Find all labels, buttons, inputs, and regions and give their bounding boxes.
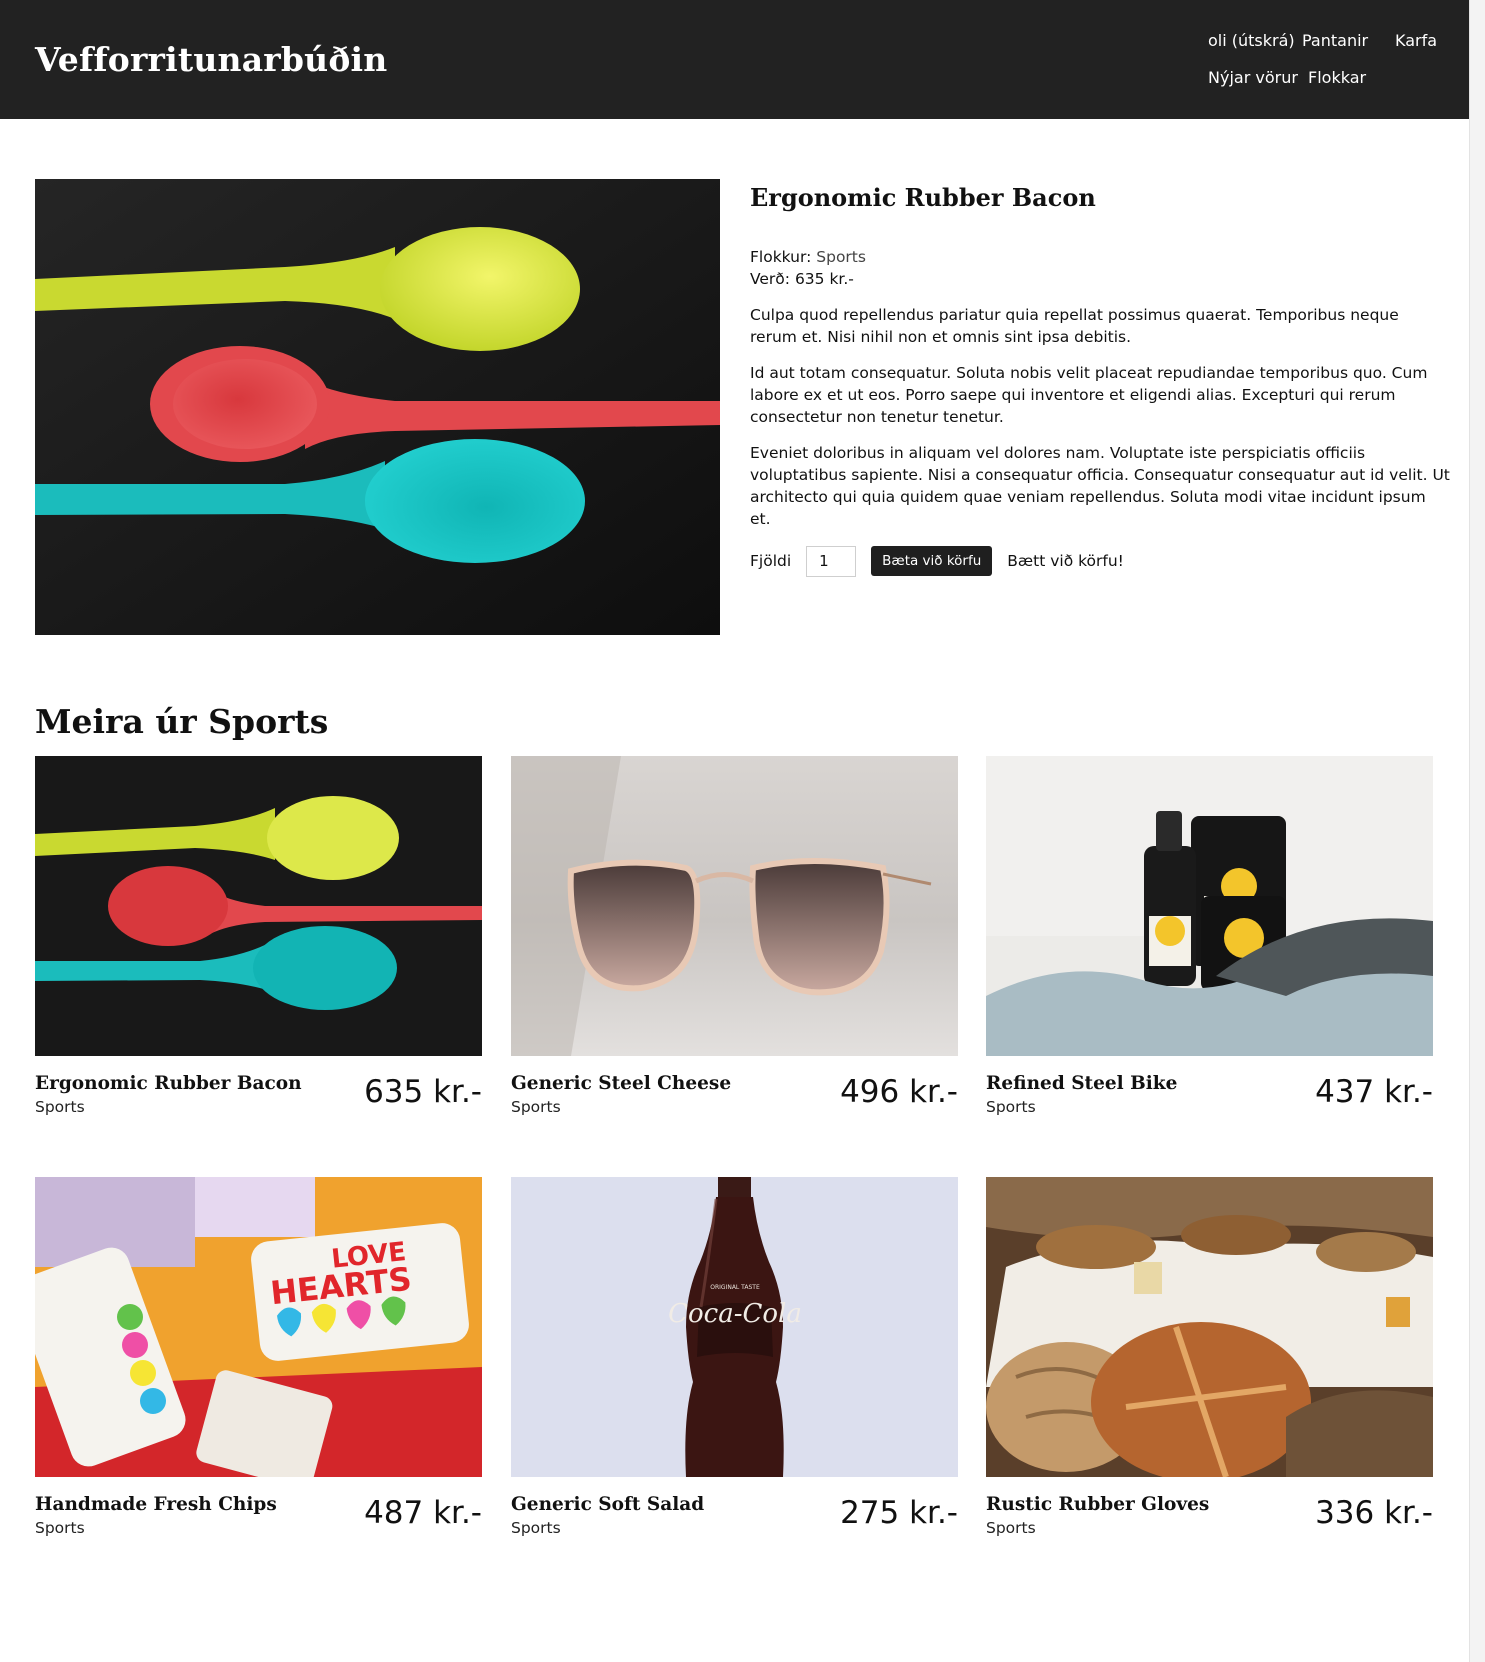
product-card-price: 496 kr.- <box>840 1074 958 1110</box>
product-card-price: 275 kr.- <box>840 1495 958 1531</box>
category-label: Flokkur: <box>750 248 812 266</box>
product-card-info: Generic Steel Cheese Sports 496 kr.- <box>511 1056 958 1126</box>
product-card-name[interactable]: Generic Soft Salad <box>511 1494 704 1515</box>
product-details: Ergonomic Rubber Bacon Flokkur: Sports V… <box>750 179 1450 577</box>
site-brand-link[interactable]: Vefforritunarbúðin <box>35 40 388 79</box>
product-card-name[interactable]: Handmade Fresh Chips <box>35 1494 277 1515</box>
nav-cart[interactable]: Karfa <box>1395 31 1437 50</box>
nav-orders[interactable]: Pantanir <box>1302 31 1368 50</box>
product-card-image-sunglasses[interactable] <box>511 756 958 1056</box>
product-card-name[interactable]: Generic Steel Cheese <box>511 1073 731 1094</box>
product-title: Ergonomic Rubber Bacon <box>750 183 1096 212</box>
product-card-price: 487 kr.- <box>364 1495 482 1531</box>
nav-categories[interactable]: Flokkar <box>1308 68 1366 87</box>
product-card-info: Rustic Rubber Gloves Sports 336 kr.- <box>986 1477 1433 1547</box>
site-header: Vefforritunarbúðin oli (útskrá) Pantanir… <box>0 0 1469 119</box>
product-card[interactable]: ORIGINAL TASTE Coca-Cola Generic Soft Sa… <box>511 1177 958 1547</box>
product-card-name[interactable]: Rustic Rubber Gloves <box>986 1494 1209 1515</box>
product-card[interactable]: Generic Steel Cheese Sports 496 kr.- <box>511 756 958 1126</box>
product-category-link[interactable]: Sports <box>816 248 866 266</box>
product-image-spoons <box>35 179 720 635</box>
product-card-info: Refined Steel Bike Sports 437 kr.- <box>986 1056 1433 1126</box>
product-card-category[interactable]: Sports <box>986 1519 1036 1537</box>
product-card[interactable]: LOVE HEARTS Handmade Fresh Chips Sports … <box>35 1177 482 1547</box>
product-card[interactable]: Refined Steel Bike Sports 437 kr.- <box>986 756 1433 1126</box>
product-card-category[interactable]: Sports <box>986 1098 1036 1116</box>
product-card-info: Generic Soft Salad Sports 275 kr.- <box>511 1477 958 1547</box>
product-category-line: Flokkur: Sports <box>750 246 1450 268</box>
product-card-category[interactable]: Sports <box>511 1519 561 1537</box>
product-description-2: Id aut totam consequatur. Soluta nobis v… <box>750 364 1428 426</box>
quantity-label: Fjöldi <box>750 552 792 570</box>
cola-brand: Coca-Cola <box>668 1299 802 1329</box>
product-card-name[interactable]: Ergonomic Rubber Bacon <box>35 1073 302 1094</box>
cola-tagline: ORIGINAL TASTE <box>710 1284 760 1291</box>
product-card-category[interactable]: Sports <box>35 1519 85 1537</box>
add-to-cart-button[interactable]: Bæta við körfu <box>871 546 993 576</box>
product-card-price: 336 kr.- <box>1315 1495 1433 1531</box>
product-price: Verð: 635 kr.- <box>750 270 854 288</box>
product-card-name[interactable]: Refined Steel Bike <box>986 1073 1177 1094</box>
product-card[interactable]: Ergonomic Rubber Bacon Sports 635 kr.- <box>35 756 482 1126</box>
product-card-image-candy[interactable]: LOVE HEARTS <box>35 1177 482 1477</box>
nav-new-products[interactable]: Nýjar vörur <box>1208 68 1298 87</box>
product-card[interactable]: Rustic Rubber Gloves Sports 336 kr.- <box>986 1177 1433 1547</box>
product-card-image-bread[interactable] <box>986 1177 1433 1477</box>
product-card-info: Ergonomic Rubber Bacon Sports 635 kr.- <box>35 1056 482 1126</box>
product-card-info: Handmade Fresh Chips Sports 487 kr.- <box>35 1477 482 1547</box>
product-card-image-cosmetics[interactable] <box>986 756 1433 1056</box>
related-section-title: Meira úr Sports <box>35 702 329 741</box>
product-card-category[interactable]: Sports <box>511 1098 561 1116</box>
product-description-1: Culpa quod repellendus pariatur quia rep… <box>750 306 1399 346</box>
nav-user-logout[interactable]: oli (útskrá) <box>1208 31 1295 50</box>
page-scrollbar[interactable] <box>1469 0 1485 1662</box>
product-card-category[interactable]: Sports <box>35 1098 85 1116</box>
added-to-cart-message: Bætt við körfu! <box>1007 552 1124 570</box>
quantity-input[interactable] <box>806 545 857 577</box>
product-card-image-cola-bottle[interactable]: ORIGINAL TASTE Coca-Cola <box>511 1177 958 1477</box>
product-card-price: 635 kr.- <box>364 1074 482 1110</box>
product-card-price: 437 kr.- <box>1315 1074 1433 1110</box>
product-card-image-spoons[interactable] <box>35 756 482 1056</box>
product-description-3: Eveniet doloribus in aliquam vel dolores… <box>750 444 1450 528</box>
add-to-cart-form: Fjöldi Bæta við körfu Bætt við körfu! <box>750 545 1450 577</box>
